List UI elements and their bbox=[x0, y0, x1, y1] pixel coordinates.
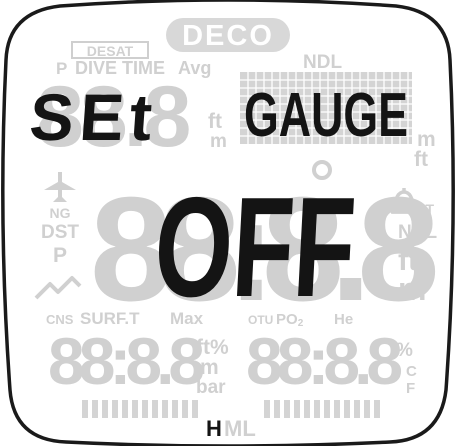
dst-label: DST bbox=[41, 222, 79, 243]
ndl-top-label: NDL bbox=[303, 52, 342, 73]
m-big-label: m bbox=[398, 271, 426, 307]
c-right-label: C bbox=[406, 363, 417, 380]
p-left-label: P bbox=[53, 244, 67, 267]
m-lower-label: m bbox=[200, 356, 219, 379]
set-text: SEt bbox=[27, 81, 160, 155]
pct-right-label: % bbox=[396, 340, 413, 361]
lt-label: LT bbox=[418, 201, 435, 217]
m-upper-label: m bbox=[210, 131, 227, 152]
dive-computer-display: DECO DESAT P DIVE TIME Avg NDL 88.8 ft m… bbox=[1, 0, 455, 446]
deco-label: DECO bbox=[182, 20, 274, 52]
desat-label: DESAT bbox=[87, 43, 134, 59]
f-right-label: F bbox=[406, 380, 415, 397]
ghost-digits-lower-left: 88:8.8 bbox=[48, 324, 203, 398]
value-text: OFF bbox=[151, 168, 359, 327]
h-label: H bbox=[206, 416, 222, 441]
ndl-right-label: NDL bbox=[398, 222, 437, 243]
ng-label: NG bbox=[50, 205, 71, 221]
ghost-digits-lower-right: 88:8.8 bbox=[246, 324, 401, 398]
bar-label: bar bbox=[196, 377, 226, 398]
ml-label: ML bbox=[224, 416, 256, 441]
mode-text: GAUGE bbox=[244, 81, 408, 150]
ft-upper-label: ft bbox=[208, 110, 222, 133]
